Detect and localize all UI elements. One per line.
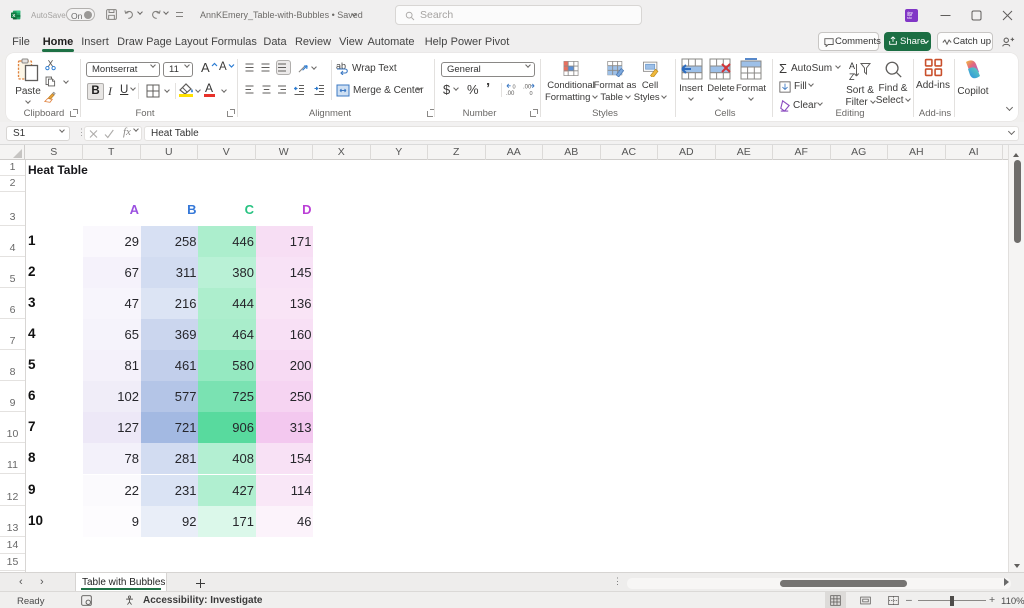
svg-text:.00: .00 bbox=[506, 91, 515, 96]
svg-text:Z: Z bbox=[849, 72, 855, 82]
svg-text:0: 0 bbox=[530, 91, 533, 96]
svg-text:A: A bbox=[849, 61, 855, 71]
svg-text:.00: .00 bbox=[523, 85, 532, 91]
svg-text:0: 0 bbox=[513, 85, 516, 91]
